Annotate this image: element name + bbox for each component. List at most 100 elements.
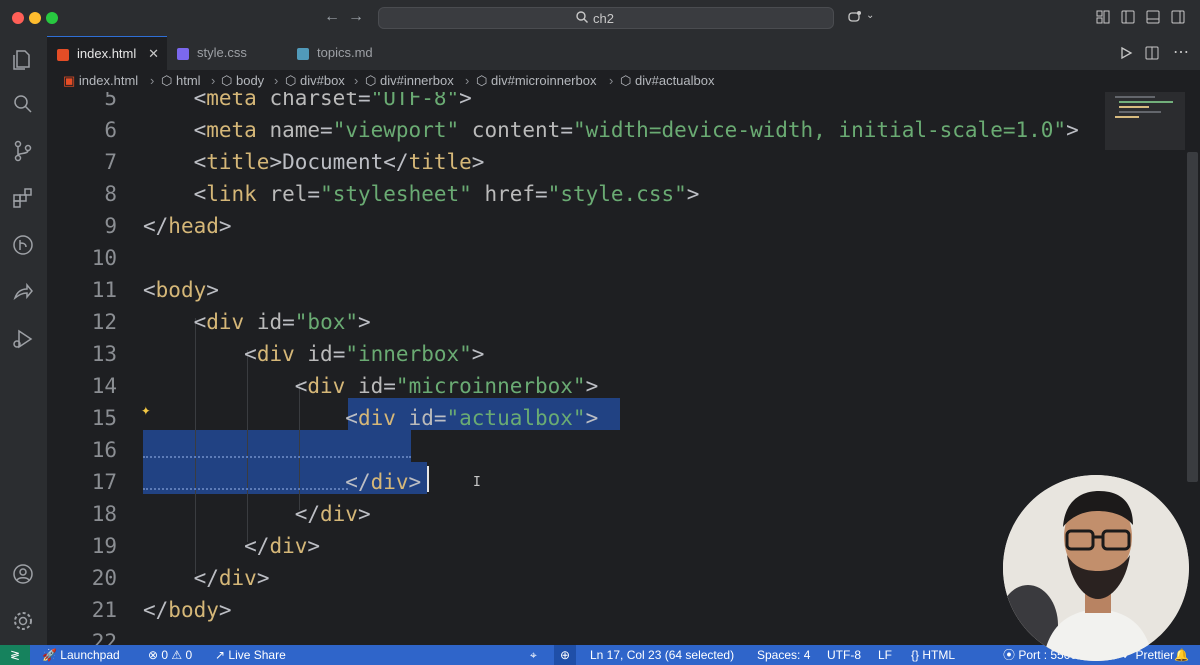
zoom-icon[interactable]: ⊕ xyxy=(554,645,576,665)
bell-icon[interactable]: 🔔 xyxy=(1174,645,1189,665)
toggle-secondary-sidebar-icon[interactable] xyxy=(1171,10,1185,24)
encoding[interactable]: UTF-8 xyxy=(827,645,861,665)
breadcrumb-item[interactable]: ⬡ div#microinnerbox xyxy=(476,70,596,92)
editor-tab-bar: index.html ✕ style.css topics.md ⋯ xyxy=(47,36,1200,70)
forward-arrow-icon[interactable]: → xyxy=(348,8,364,26)
code-line[interactable]: <meta name="viewport" content="width=dev… xyxy=(143,118,1079,142)
close-icon[interactable]: ✕ xyxy=(148,37,159,71)
zoom-window-button[interactable] xyxy=(46,12,58,24)
run-debug-icon[interactable] xyxy=(11,327,35,351)
line-number: 8 xyxy=(104,182,117,206)
tab-style-css[interactable]: style.css xyxy=(167,36,287,70)
element-icon: ⬡ xyxy=(285,73,297,88)
code-line[interactable]: </div> xyxy=(143,502,371,526)
line-number: 17 xyxy=(91,470,117,494)
mouse-ibeam-cursor: I xyxy=(473,475,481,490)
chevron-right-icon: › xyxy=(354,73,359,88)
code-editor[interactable]: ✦ I 5 <meta charset="UTF-8"> 6 <meta name… xyxy=(47,92,1105,645)
breadcrumb-item[interactable]: ▣ index.html xyxy=(63,70,138,92)
signal-icon: ⦿ xyxy=(1003,648,1016,662)
chevron-right-icon: › xyxy=(609,73,614,88)
more-actions-icon[interactable]: ⋯ xyxy=(1173,42,1189,62)
minimize-window-button[interactable] xyxy=(29,12,41,24)
close-window-button[interactable] xyxy=(12,12,24,24)
explorer-icon[interactable] xyxy=(11,48,35,72)
scrollbar-thumb[interactable] xyxy=(1187,152,1198,482)
code-line[interactable]: <div id="microinnerbox"> xyxy=(143,374,599,398)
html5-icon: ▣ xyxy=(63,73,76,88)
code-line[interactable]: <div id="actualbox"> xyxy=(143,406,598,430)
cursor-position[interactable]: Ln 17, Col 23 (64 selected) xyxy=(590,645,734,665)
split-editor-icon[interactable] xyxy=(1145,46,1159,60)
code-line[interactable]: </div> xyxy=(143,534,320,558)
customize-layout-icon[interactable] xyxy=(1096,10,1110,24)
chevron-right-icon: › xyxy=(211,73,216,88)
line-number: 6 xyxy=(104,118,117,142)
tab-topics-md[interactable]: topics.md xyxy=(287,36,407,70)
account-icon[interactable] xyxy=(11,562,35,586)
code-line[interactable]: </div> xyxy=(143,470,421,494)
problems-indicator[interactable]: ⊗ 0 ⚠ 0 xyxy=(148,645,192,665)
html5-icon xyxy=(57,48,69,61)
workspace-name: ch2 xyxy=(593,11,614,26)
line-number: 13 xyxy=(91,342,117,366)
line-number: 22 xyxy=(91,630,117,645)
breadcrumb: ▣ index.html › ⬡ html › ⬡ body › ⬡ div#b… xyxy=(47,70,1200,92)
breadcrumb-item[interactable]: ⬡ body xyxy=(221,70,264,92)
chevron-down-icon[interactable]: ⌄ xyxy=(866,10,874,21)
indentation[interactable]: Spaces: 4 xyxy=(757,645,810,665)
code-line[interactable]: <title>Document</title> xyxy=(143,150,485,174)
breadcrumb-item[interactable]: ⬡ div#actualbox xyxy=(620,70,714,92)
css-file-icon xyxy=(177,47,189,60)
breadcrumb-item[interactable]: ⬡ div#innerbox xyxy=(365,70,454,92)
webcam-overlay xyxy=(1003,475,1189,661)
element-icon: ⬡ xyxy=(365,73,377,88)
code-line[interactable]: </body> xyxy=(143,598,232,622)
code-line[interactable]: <div id="box"> xyxy=(143,310,371,334)
live-share-button[interactable]: ↗ Live Share xyxy=(215,645,286,665)
search-icon xyxy=(576,11,588,23)
activity-bar xyxy=(0,36,48,645)
chevron-right-icon: › xyxy=(274,73,279,88)
line-number: 20 xyxy=(91,566,117,590)
element-icon: ⬡ xyxy=(221,73,233,88)
breadcrumb-item[interactable]: ⬡ div#box xyxy=(285,70,345,92)
live-share-icon[interactable] xyxy=(11,280,35,304)
code-line[interactable]: <meta charset="UTF-8"> xyxy=(143,92,472,110)
toggle-panel-icon[interactable] xyxy=(1146,10,1160,24)
extensions-icon[interactable] xyxy=(11,186,35,210)
breadcrumb-item[interactable]: ⬡ html xyxy=(161,70,201,92)
location-icon[interactable]: ⌖ xyxy=(530,645,537,665)
toggle-sidebar-icon[interactable] xyxy=(1121,10,1135,24)
remote-icon[interactable]: ≷ xyxy=(0,645,30,665)
element-icon: ⬡ xyxy=(476,73,488,88)
code-line[interactable]: </div> xyxy=(143,566,270,590)
back-arrow-icon[interactable]: ← xyxy=(324,8,340,26)
copilot-icon[interactable] xyxy=(848,10,862,24)
language-mode[interactable]: {} HTML xyxy=(911,645,955,665)
line-number: 5 xyxy=(104,92,117,110)
whitespace-marker xyxy=(143,456,411,458)
line-number: 7 xyxy=(104,150,117,174)
line-number: 21 xyxy=(91,598,117,622)
code-line[interactable]: </head> xyxy=(143,214,232,238)
command-center-search[interactable]: ch2 xyxy=(378,7,834,29)
end-of-line[interactable]: LF xyxy=(878,645,892,665)
live-share-icon: ↗ xyxy=(215,648,226,662)
tab-label: index.html xyxy=(77,46,137,61)
launchpad-button[interactable]: 🚀 Launchpad xyxy=(42,645,120,665)
run-icon[interactable] xyxy=(1119,46,1133,60)
presenter-avatar xyxy=(1003,475,1189,661)
code-line[interactable]: <div id="innerbox"> xyxy=(143,342,484,366)
line-number: 9 xyxy=(104,214,117,238)
git-graph-icon[interactable] xyxy=(11,233,35,257)
tab-index-html[interactable]: index.html ✕ xyxy=(47,36,167,70)
gear-icon[interactable] xyxy=(11,609,35,633)
code-line[interactable]: <link rel="stylesheet" href="style.css"> xyxy=(143,182,700,206)
code-line[interactable]: <body> xyxy=(143,278,219,302)
source-control-icon[interactable] xyxy=(11,139,35,163)
chevron-right-icon: › xyxy=(150,73,155,88)
search-icon[interactable] xyxy=(11,92,35,116)
tab-label: style.css xyxy=(197,45,247,60)
line-number: 10 xyxy=(91,246,117,270)
